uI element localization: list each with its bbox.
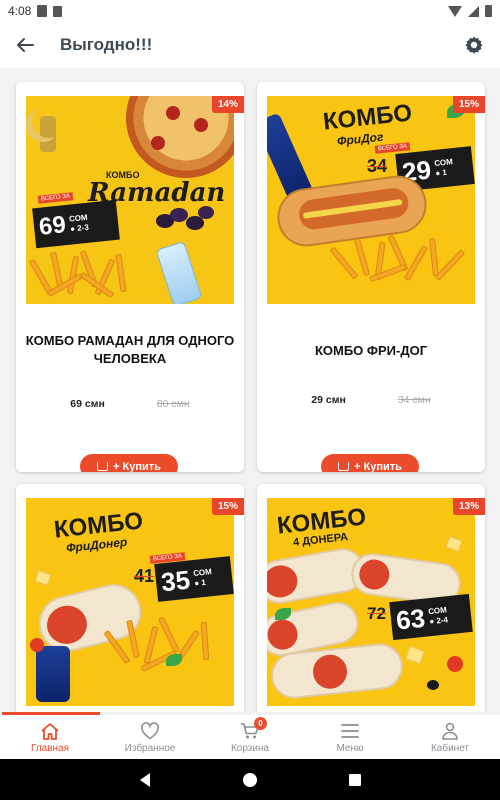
product-grid: КОМБО Ramadan 69 СОМ ● 2-3 ВСЕГО ЗА 14% … [0,68,500,712]
current-price: 69 смн [70,398,105,410]
old-price: 34 смн [397,394,431,406]
arrow-left-icon [17,38,34,52]
person-icon [439,721,461,741]
wifi-icon [448,5,462,17]
pepperoni-graphic [151,136,165,150]
buy-button[interactable]: + Купить [80,454,178,472]
fries-graphic [329,228,466,292]
product-image: КОМБО Ramadan 69 СОМ ● 2-3 ВСЕГО ЗА [26,96,234,304]
pepsi-bottle-graphic [36,646,70,702]
system-recents-icon[interactable] [348,773,362,787]
tomato-graphic [447,656,463,672]
product-card[interactable]: КОМБО ФриДонер ВСЕГО ЗА 41 35 СОМ ● 1 15… [16,484,244,712]
product-image: КОМБО ФриДонер ВСЕГО ЗА 41 35 СОМ ● 1 [26,498,234,706]
old-price: 80 смн [156,398,190,410]
tomato-graphic [30,638,44,652]
nav-item-account[interactable]: Кабинет [400,715,500,759]
nav-label: Меню [336,742,364,754]
tag-persons: ● 1 [434,167,448,178]
product-name: КОМБО РАМАДАН ДЛЯ ОДНОГО ЧЕЛОВЕКА [25,333,235,366]
sim-icon [37,5,48,17]
product-card[interactable]: КОМБО Ramadan 69 СОМ ● 2-3 ВСЕГО ЗА 14% … [16,82,244,472]
app-bar: Выгодно!!! [0,22,500,68]
gear-icon [465,36,483,54]
product-name: КОМБО ФРИ-ДОГ [314,343,428,358]
buy-button-label: + Купить [113,460,161,473]
nav-item-favorites[interactable]: Избранное [100,715,200,759]
bottom-navigation: Главная Избранное 0 Корзина Меню Кабинет [0,715,500,759]
discount-badge: 14% [211,96,244,113]
product-card[interactable]: КОМБО 4 ДОНЕРА 72 63 СОМ ● 2-4 13% [257,484,485,712]
status-time: 4:08 [8,4,32,18]
price-tag: 63 СОМ ● 2-4 [389,593,473,641]
product-image: КОМБО ФриДог ВСЕГО ЗА 34 29 СОМ ● 1 [267,96,475,304]
price-row: 69 смн 80 смн [16,398,244,410]
current-price: 29 смн [311,394,346,406]
tag-price: 69 [37,211,68,241]
tag-old-price: 72 [367,604,386,623]
pepperoni-graphic [194,118,208,132]
discount-badge: 15% [452,96,485,113]
nav-label: Кабинет [430,742,470,754]
cart-icon: 0 [239,716,267,741]
cart-icon [97,462,109,471]
olive-graphic [427,680,439,690]
price-row: 29 смн 34 смн [257,394,485,406]
tag-price: 63 [394,602,427,636]
fries-graphic [103,608,228,688]
nav-item-cart[interactable]: 0 Корзина [200,715,300,759]
system-home-icon[interactable] [242,772,258,788]
buy-button-label: + Купить [354,460,402,473]
signal-icon [468,5,479,17]
cheese-graphic [34,569,52,587]
system-back-icon[interactable] [138,772,152,788]
tag-old-price: 34 [367,156,388,176]
fries-graphic [28,244,144,302]
discount-badge: 15% [211,498,244,515]
back-button[interactable] [14,34,36,56]
page-title: Выгодно!!! [60,35,153,54]
price-tag: 69 СОМ ● 2-3 [32,199,120,249]
tag-price: 35 [159,564,192,597]
tag-persons: ● 1 [193,577,207,588]
pepperoni-graphic [166,106,180,120]
home-icon [39,721,61,741]
dates-graphic [156,206,216,234]
sd-card-icon [53,5,63,17]
nav-item-home[interactable]: Главная [0,715,100,759]
tag-persons: ● 2-4 [428,615,449,627]
menu-icon [339,721,361,741]
price-tag: 35 СОМ ● 1 [154,556,234,602]
nav-label: Избранное [124,742,176,754]
cart-count-badge: 0 [254,716,267,730]
battery-icon [485,5,492,17]
tag-persons: ● 2-3 [69,222,90,234]
nav-label: Главная [30,742,70,754]
product-image: КОМБО 4 ДОНЕРА 72 63 СОМ ● 2-4 [267,498,475,706]
tag-top-label: ВСЕГО ЗА [37,192,74,204]
nav-label: Корзина [230,742,270,754]
cart-icon [338,462,350,471]
product-card[interactable]: КОМБО ФриДог ВСЕГО ЗА 34 29 СОМ ● 1 15% … [257,82,485,472]
tag-old-price: 41 [134,566,155,586]
nav-item-menu[interactable]: Меню [300,715,400,759]
crescent-graphic [32,104,66,138]
cheese-graphic [445,535,463,553]
water-bottle-graphic [155,240,203,304]
status-bar: 4:08 [0,0,500,22]
discount-badge: 13% [452,498,485,515]
system-navigation-bar [0,759,500,800]
cheese-graphic [405,645,425,665]
settings-button[interactable] [462,33,486,57]
heart-icon [139,721,161,741]
buy-button[interactable]: + Купить [321,454,419,472]
